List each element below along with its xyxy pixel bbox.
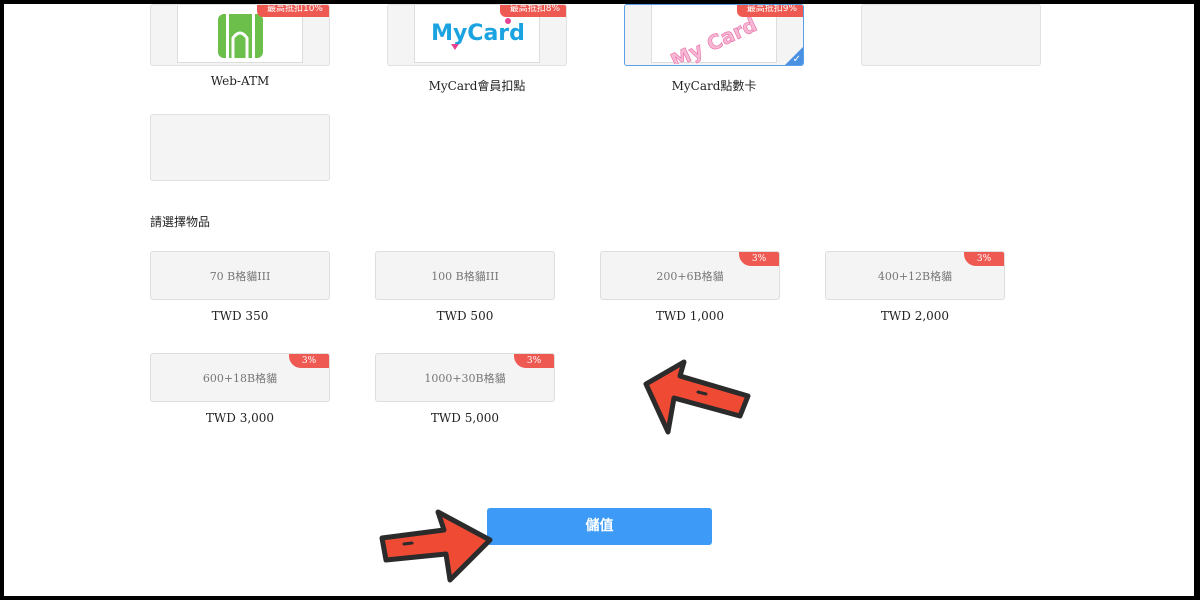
payment-mycard-card[interactable]: My Card 最高抵扣9% ✓ bbox=[624, 4, 804, 66]
payment-label: Web-ATM bbox=[210, 74, 270, 88]
payment-web-atm[interactable]: 最高抵扣10% bbox=[150, 4, 330, 66]
arrow-right-icon bbox=[379, 509, 493, 583]
item-price: TWD 5,000 bbox=[430, 411, 500, 425]
item-card[interactable]: 70 B格貓III bbox=[150, 251, 330, 300]
payment-blurred[interactable] bbox=[150, 114, 330, 181]
discount-badge: 3% bbox=[739, 252, 779, 266]
item-card[interactable]: 3% 600+18B格貓 bbox=[150, 353, 330, 402]
submit-button[interactable]: 儲值 bbox=[487, 508, 712, 545]
item-name: 1000+30B格貓 bbox=[424, 372, 506, 385]
item-name: 200+6B格貓 bbox=[656, 270, 724, 283]
item-price: TWD 3,000 bbox=[205, 411, 275, 425]
payment-mycard-member[interactable]: MyCard 最高抵扣8% bbox=[387, 4, 567, 66]
item-name: 100 B格貓III bbox=[431, 270, 499, 283]
discount-badge: 最高抵扣10% bbox=[256, 5, 329, 17]
item-card[interactable]: 3% 400+12B格貓 bbox=[825, 251, 1005, 300]
arrow-left-icon bbox=[643, 359, 751, 435]
item-name: 70 B格貓III bbox=[209, 270, 271, 283]
item-card[interactable]: 3% 200+6B格貓 bbox=[600, 251, 780, 300]
item-name: 400+12B格貓 bbox=[877, 270, 953, 283]
item-card[interactable]: 100 B格貓III bbox=[375, 251, 555, 300]
payment-label: MyCard點數卡 bbox=[671, 79, 757, 93]
discount-badge: 最高抵扣8% bbox=[499, 5, 566, 17]
item-price: TWD 1,000 bbox=[655, 309, 725, 323]
item-price: TWD 500 bbox=[436, 309, 494, 323]
svg-text:My Card: My Card bbox=[667, 12, 761, 64]
svg-text:MyCard: MyCard bbox=[431, 21, 525, 46]
item-price: TWD 350 bbox=[211, 309, 269, 323]
discount-badge: 3% bbox=[514, 354, 554, 368]
payment-blurred[interactable] bbox=[861, 4, 1041, 66]
section-title: 請選擇物品 bbox=[150, 215, 211, 229]
payment-label: MyCard會員扣點 bbox=[428, 79, 526, 93]
item-name: 600+18B格貓 bbox=[202, 372, 278, 385]
discount-badge: 3% bbox=[289, 354, 329, 368]
check-icon: ✓ bbox=[792, 54, 801, 65]
item-card[interactable]: 3% 1000+30B格貓 bbox=[375, 353, 555, 402]
page-canvas: 最高抵扣10% Web-ATM MyCard 最高抵扣8% MyCard會員扣點… bbox=[4, 4, 1194, 596]
item-price: TWD 2,000 bbox=[880, 309, 950, 323]
discount-badge: 3% bbox=[964, 252, 1004, 266]
discount-badge: 最高抵扣9% bbox=[736, 5, 803, 17]
